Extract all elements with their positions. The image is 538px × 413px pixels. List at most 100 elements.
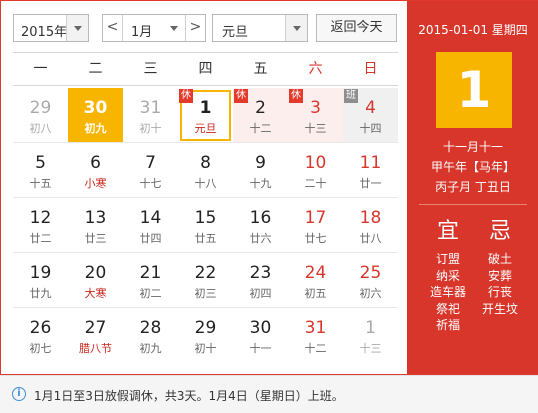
day-cell[interactable]: 16 廿六 (233, 198, 288, 253)
yi-heading: 宜 (436, 219, 459, 244)
lunar-label: 十八 (194, 177, 217, 190)
back-to-today-button[interactable]: 返回今天 (316, 14, 397, 42)
lunar-label: 十三 (359, 342, 382, 355)
day-cell[interactable]: 18 廿八 (343, 198, 398, 253)
day-number: 29 (194, 318, 217, 338)
day-number: 19 (29, 263, 52, 283)
day-number: 29 (29, 98, 52, 118)
day-number: 31 (304, 318, 327, 338)
weekday-label: 二 (88, 61, 103, 77)
day-cell[interactable]: 20 大寒 (68, 253, 123, 308)
day-number: 17 (304, 208, 327, 228)
day-cell[interactable]: 休 2 十二 (233, 88, 288, 143)
day-number: 6 (90, 153, 101, 173)
chevron-down-icon (74, 26, 82, 31)
lunar-label: 初七 (29, 342, 52, 355)
day-cell[interactable]: 13 廿三 (68, 198, 123, 253)
weekday-label: 五 (253, 61, 268, 77)
day-cell[interactable]: 30 初九 (68, 88, 123, 143)
holiday-dropdown-arrow[interactable] (285, 15, 307, 41)
day-cell[interactable]: 31 十二 (288, 308, 343, 363)
lunar-label: 廿六 (249, 232, 272, 245)
day-cell[interactable]: 8 十八 (178, 143, 233, 198)
day-cell[interactable]: 29 初八 (13, 88, 68, 143)
weekday-label: 六 (308, 61, 323, 77)
day-cell[interactable]: 15 廿五 (178, 198, 233, 253)
day-cell[interactable]: 11 廿一 (343, 143, 398, 198)
day-number: 1 (199, 98, 212, 118)
weekday-label: 三 (143, 61, 158, 77)
day-cell[interactable]: 6 小寒 (68, 143, 123, 198)
lunar-label: 初十 (139, 122, 162, 135)
day-cell[interactable]: 5 十五 (13, 143, 68, 198)
lunar-label: 廿二 (29, 232, 52, 245)
lunar-label: 小寒 (84, 177, 107, 190)
day-cell[interactable]: 25 初六 (343, 253, 398, 308)
day-cell[interactable]: 31 初十 (123, 88, 178, 143)
month-value: 1月 (131, 25, 153, 40)
weekday-label: 日 (363, 61, 378, 77)
next-month-button[interactable]: > (185, 15, 205, 41)
lunar-date: 十一月十一 (442, 140, 503, 154)
day-cell[interactable]: 9 十九 (233, 143, 288, 198)
day-cell[interactable]: 1 十三 (343, 308, 398, 363)
day-cell[interactable]: 30 十一 (233, 308, 288, 363)
day-number: 9 (255, 153, 266, 173)
ji-heading: 忌 (488, 219, 511, 244)
ji-item: 开生坟 (481, 301, 518, 316)
yi-list: 订盟 纳采 造车器 祭祀 祈福 (419, 251, 477, 334)
ji-item: 破土 (487, 252, 512, 266)
lunar-label: 十七 (139, 177, 162, 190)
yi-item: 祈福 (435, 318, 460, 332)
lunar-label: 廿三 (84, 232, 107, 245)
day-number: 27 (84, 318, 107, 338)
calendar-grid: 29 初八 30 初九 31 初十 休 1 元旦休 2 十二休 3 十三班 4 十四 5 十五 6 小寒 7 十七 8 十八… (13, 87, 398, 363)
day-cell[interactable]: 休 1 元旦 (178, 88, 233, 143)
day-cell[interactable]: 14 廿四 (123, 198, 178, 253)
prev-month-button[interactable]: < (103, 15, 123, 41)
day-cell[interactable]: 22 初三 (178, 253, 233, 308)
day-cell[interactable]: 21 初二 (123, 253, 178, 308)
day-number: 30 (249, 318, 272, 338)
day-number: 22 (194, 263, 217, 283)
lunar-label: 初四 (249, 287, 272, 300)
day-number: 10 (304, 153, 327, 173)
day-cell[interactable]: 12 廿二 (13, 198, 68, 253)
day-number: 16 (249, 208, 272, 228)
day-number: 18 (359, 208, 382, 228)
lunar-label: 廿五 (194, 232, 217, 245)
day-number: 21 (139, 263, 162, 283)
lunar-label: 初十 (194, 342, 217, 355)
year-dropdown-arrow[interactable] (66, 15, 88, 41)
lunar-label: 初五 (304, 287, 327, 300)
day-number: 5 (35, 153, 46, 173)
notice-text: 1月1日至3日放假调休，共3天。1月4日（星期日）上班。 (34, 389, 344, 403)
day-cell[interactable]: 10 二十 (288, 143, 343, 198)
holiday-notice-bar: i 1月1日至3日放假调休，共3天。1月4日（星期日）上班。 (0, 375, 538, 413)
yi-item: 纳采 (435, 268, 460, 283)
yi-item: 祭祀 (435, 301, 460, 316)
lunar-label: 十二 (249, 122, 272, 135)
day-cell[interactable]: 26 初七 (13, 308, 68, 363)
day-cell[interactable]: 7 十七 (123, 143, 178, 198)
weekday-label: 一 (33, 61, 48, 77)
day-cell[interactable]: 休 3 十三 (288, 88, 343, 143)
day-cell[interactable]: 29 初十 (178, 308, 233, 363)
day-number: 31 (139, 98, 162, 118)
day-cell[interactable]: 27 腊八节 (68, 308, 123, 363)
holiday-value: 元旦 (222, 25, 249, 40)
day-cell[interactable]: 23 初四 (233, 253, 288, 308)
year-select[interactable]: 2015年 (13, 14, 89, 42)
ji-item: 安葬 (487, 268, 512, 283)
month-select[interactable]: < 1月 > (102, 14, 206, 42)
lunar-label: 十三 (304, 122, 327, 135)
holiday-select[interactable]: 元旦 (212, 14, 308, 42)
day-cell[interactable]: 28 初九 (123, 308, 178, 363)
day-cell[interactable]: 24 初五 (288, 253, 343, 308)
day-cell[interactable]: 班 4 十四 (343, 88, 398, 143)
month-dropdown-arrow[interactable] (163, 15, 185, 41)
day-number: 8 (200, 153, 211, 173)
day-cell[interactable]: 17 廿七 (288, 198, 343, 253)
day-number: 30 (83, 98, 108, 118)
day-cell[interactable]: 19 廿九 (13, 253, 68, 308)
